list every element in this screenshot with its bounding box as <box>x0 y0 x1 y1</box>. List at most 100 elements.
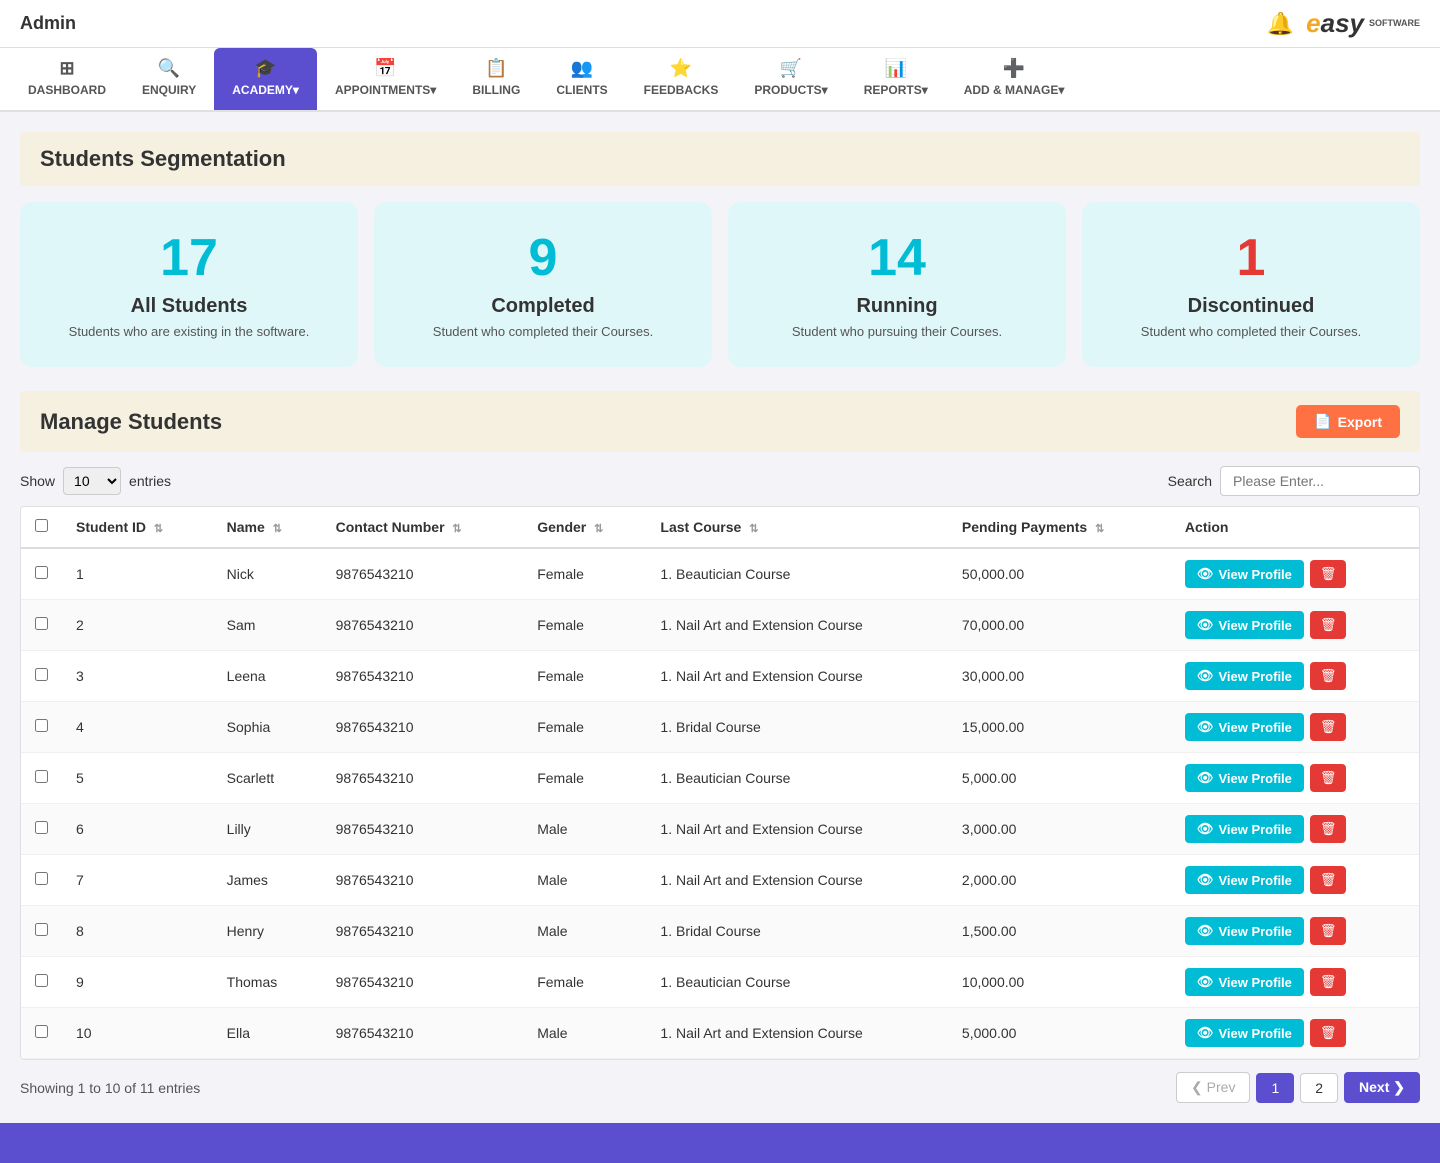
search-input[interactable] <box>1220 466 1420 496</box>
view-profile-button-7[interactable]: 👁 View Profile <box>1185 866 1304 894</box>
sort-icon-student-id: ⇅ <box>154 523 163 535</box>
table-row: 8 Henry 9876543210 Male 1. Bridal Course… <box>21 906 1419 957</box>
row-name: Lilly <box>213 804 322 855</box>
stat-card-all-students[interactable]: 17 All Students Students who are existin… <box>20 202 358 367</box>
students-tbody: 1 Nick 9876543210 Female 1. Beautician C… <box>21 548 1419 1059</box>
row-action: 👁 View Profile 🗑 <box>1171 906 1419 957</box>
view-profile-button-4[interactable]: 👁 View Profile <box>1185 713 1304 741</box>
col-header-contact[interactable]: Contact Number ⇅ <box>322 507 524 548</box>
discontinued-desc: Student who completed their Courses. <box>1102 324 1400 339</box>
row-checkbox-10[interactable] <box>35 1025 48 1038</box>
view-profile-button-10[interactable]: 👁 View Profile <box>1185 1019 1304 1047</box>
row-checkbox-cell <box>21 906 62 957</box>
main-content: Students Segmentation 17 All Students St… <box>0 112 1440 1123</box>
showing-entries-text: Showing 1 to 10 of 11 entries <box>20 1080 200 1096</box>
discontinued-label: Discontinued <box>1102 295 1400 318</box>
page-2-button[interactable]: 2 <box>1300 1073 1338 1103</box>
app-title: Admin <box>20 13 76 34</box>
row-gender: Male <box>523 1008 646 1059</box>
table-row: 6 Lilly 9876543210 Male 1. Nail Art and … <box>21 804 1419 855</box>
row-checkbox-6[interactable] <box>35 821 48 834</box>
clients-icon: 👥 <box>571 58 593 79</box>
delete-button-10[interactable]: 🗑 <box>1310 1019 1347 1047</box>
col-header-last-course[interactable]: Last Course ⇅ <box>646 507 948 548</box>
view-profile-button-6[interactable]: 👁 View Profile <box>1185 815 1304 843</box>
running-count: 14 <box>748 230 1046 287</box>
all-students-label: All Students <box>40 295 338 318</box>
add-manage-icon: ➕ <box>1003 58 1025 79</box>
billing-icon: 📋 <box>485 58 507 79</box>
row-contact: 9876543210 <box>322 957 524 1008</box>
nav-item-clients[interactable]: 👥 CLIENTS <box>538 48 625 110</box>
col-header-pending[interactable]: Pending Payments ⇅ <box>948 507 1171 548</box>
row-checkbox-4[interactable] <box>35 719 48 732</box>
nav-item-add-manage[interactable]: ➕ ADD & MANAGE▾ <box>946 48 1083 110</box>
entries-select[interactable]: 10 25 50 100 <box>63 467 121 495</box>
col-header-action: Action <box>1171 507 1419 548</box>
row-pending: 30,000.00 <box>948 651 1171 702</box>
delete-button-3[interactable]: 🗑 <box>1310 662 1347 690</box>
row-checkbox-2[interactable] <box>35 617 48 630</box>
row-gender: Female <box>523 753 646 804</box>
view-profile-button-2[interactable]: 👁 View Profile <box>1185 611 1304 639</box>
view-profile-button-1[interactable]: 👁 View Profile <box>1185 560 1304 588</box>
row-last-course: 1. Nail Art and Extension Course <box>646 651 948 702</box>
select-all-header <box>21 507 62 548</box>
sort-icon-name: ⇅ <box>273 523 282 535</box>
eye-icon: 👁 <box>1197 668 1214 684</box>
students-table-wrapper: Student ID ⇅ Name ⇅ Contact Number ⇅ Gen… <box>20 506 1420 1060</box>
page-1-button[interactable]: 1 <box>1256 1073 1294 1103</box>
select-all-checkbox[interactable] <box>35 519 48 532</box>
delete-button-7[interactable]: 🗑 <box>1310 866 1347 894</box>
delete-button-1[interactable]: 🗑 <box>1310 560 1347 588</box>
delete-button-5[interactable]: 🗑 <box>1310 764 1347 792</box>
delete-button-8[interactable]: 🗑 <box>1310 917 1347 945</box>
row-checkbox-1[interactable] <box>35 566 48 579</box>
row-checkbox-3[interactable] <box>35 668 48 681</box>
col-header-gender[interactable]: Gender ⇅ <box>523 507 646 548</box>
academy-icon: 🎓 <box>254 58 276 79</box>
delete-button-6[interactable]: 🗑 <box>1310 815 1347 843</box>
export-button[interactable]: 📄 Export <box>1296 405 1400 438</box>
stat-card-completed[interactable]: 9 Completed Student who completed their … <box>374 202 712 367</box>
row-last-course: 1. Beautician Course <box>646 548 948 600</box>
row-checkbox-7[interactable] <box>35 872 48 885</box>
running-label: Running <box>748 295 1046 318</box>
nav-item-dashboard[interactable]: ⊞ DASHBOARD <box>10 48 124 110</box>
stat-card-discontinued[interactable]: 1 Discontinued Student who completed the… <box>1082 202 1420 367</box>
row-contact: 9876543210 <box>322 804 524 855</box>
view-profile-button-5[interactable]: 👁 View Profile <box>1185 764 1304 792</box>
row-last-course: 1. Nail Art and Extension Course <box>646 855 948 906</box>
delete-button-4[interactable]: 🗑 <box>1310 713 1347 741</box>
table-controls: Show 10 25 50 100 entries Search <box>20 466 1420 496</box>
nav-item-products[interactable]: 🛒 PRODUCTS▾ <box>736 48 845 110</box>
row-checkbox-5[interactable] <box>35 770 48 783</box>
nav-item-enquiry[interactable]: 🔍 ENQUIRY <box>124 48 214 110</box>
delete-button-2[interactable]: 🗑 <box>1310 611 1347 639</box>
nav-item-reports[interactable]: 📊 REPORTS▾ <box>846 48 946 110</box>
row-checkbox-8[interactable] <box>35 923 48 936</box>
view-profile-button-9[interactable]: 👁 View Profile <box>1185 968 1304 996</box>
row-gender: Male <box>523 906 646 957</box>
nav-item-academy[interactable]: 🎓 ACADEMY▾ <box>214 48 317 110</box>
col-header-name[interactable]: Name ⇅ <box>213 507 322 548</box>
nav-item-feedbacks[interactable]: ⭐ FEEDBACKS <box>626 48 737 110</box>
row-contact: 9876543210 <box>322 600 524 651</box>
eye-icon: 👁 <box>1197 1025 1214 1041</box>
view-profile-button-8[interactable]: 👁 View Profile <box>1185 917 1304 945</box>
discontinued-count: 1 <box>1102 230 1400 287</box>
delete-button-9[interactable]: 🗑 <box>1310 968 1347 996</box>
search-row: Search <box>1168 466 1420 496</box>
notification-icon[interactable]: 🔔 <box>1267 11 1294 37</box>
segmentation-header: Students Segmentation <box>20 132 1420 186</box>
stat-card-running[interactable]: 14 Running Student who pursuing their Co… <box>728 202 1066 367</box>
col-header-student-id[interactable]: Student ID ⇅ <box>62 507 213 548</box>
row-checkbox-cell <box>21 855 62 906</box>
nav-item-billing[interactable]: 📋 BILLING <box>454 48 538 110</box>
view-profile-button-3[interactable]: 👁 View Profile <box>1185 662 1304 690</box>
nav-item-appointments[interactable]: 📅 APPOINTMENTS▾ <box>317 48 454 110</box>
row-checkbox-9[interactable] <box>35 974 48 987</box>
row-contact: 9876543210 <box>322 548 524 600</box>
row-checkbox-cell <box>21 651 62 702</box>
table-row: 5 Scarlett 9876543210 Female 1. Beautici… <box>21 753 1419 804</box>
